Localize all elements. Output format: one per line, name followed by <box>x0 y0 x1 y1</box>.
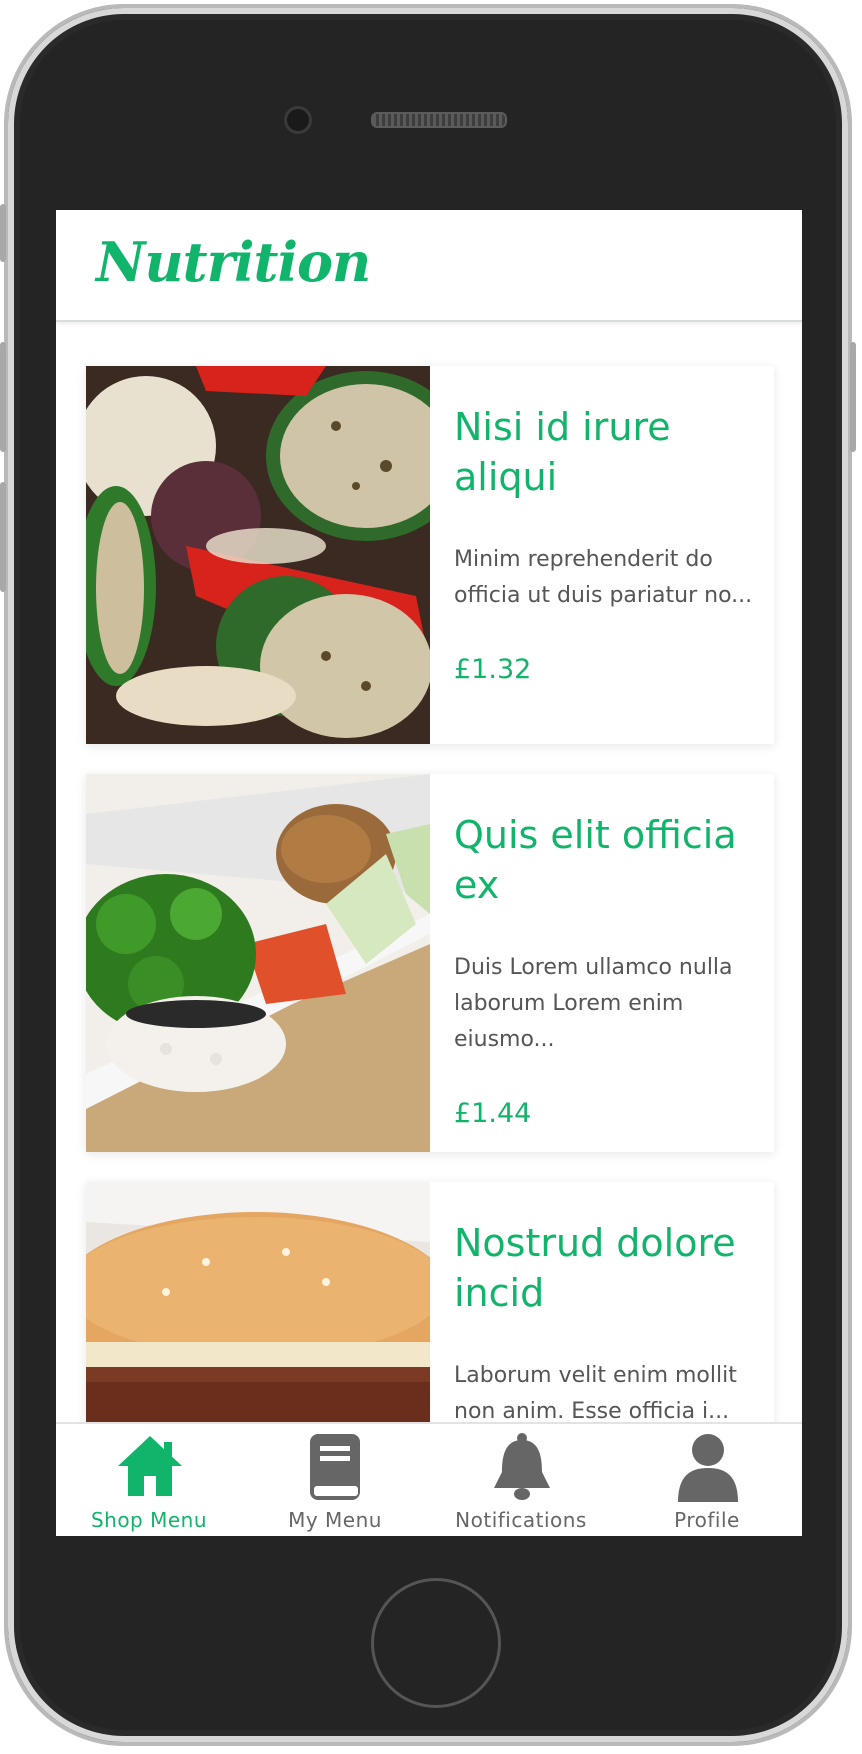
nav-profile[interactable]: Profile <box>614 1424 800 1536</box>
product-title: Nostrud dolore incid <box>454 1221 736 1315</box>
product-description: Duis Lorem ullamco nulla laborum Lorem e… <box>454 955 733 1052</box>
product-image <box>86 774 430 1152</box>
bottom-navigation: Shop Menu My Menu Notifications Profile <box>56 1422 802 1536</box>
mute-switch <box>0 204 6 262</box>
product-description: Minim reprehenderit do officia ut duis p… <box>454 547 753 608</box>
volume-up-button <box>0 342 6 452</box>
product-price: £1.32 <box>454 654 532 685</box>
product-description: Laborum velit enim mollit non anim. Esse… <box>454 1363 737 1424</box>
product-title: Quis elit officia ex <box>454 813 737 907</box>
nav-label: Notifications <box>455 1508 587 1532</box>
nav-label: My Menu <box>288 1508 382 1532</box>
app-header: Nutrition <box>56 210 802 322</box>
product-card[interactable]: Nisi id irure aliqui Minim reprehenderit… <box>86 366 774 744</box>
power-button <box>850 342 856 452</box>
product-price: £1.44 <box>454 1098 532 1129</box>
home-icon <box>118 1436 182 1496</box>
product-info: Nisi id irure aliqui Minim reprehenderit… <box>454 402 754 685</box>
home-button[interactable] <box>371 1578 501 1708</box>
user-icon <box>678 1434 738 1502</box>
product-info: Nostrud dolore incid Laborum velit enim … <box>454 1218 754 1430</box>
app-logo: Nutrition <box>96 230 371 294</box>
front-camera <box>284 106 312 134</box>
nav-label: Shop Menu <box>90 1508 208 1532</box>
product-title: Nisi id irure aliqui <box>454 405 671 499</box>
app-screen: Nutrition Nisi id irure aliqui Minim rep… <box>56 210 802 1536</box>
nav-shop-menu[interactable]: Shop Menu <box>56 1424 242 1536</box>
nav-label: Profile <box>674 1508 740 1532</box>
volume-down-button <box>0 482 6 592</box>
product-info: Quis elit officia ex Duis Lorem ullamco … <box>454 810 754 1129</box>
earpiece-speaker <box>371 112 507 128</box>
book-icon <box>310 1434 360 1500</box>
product-image <box>86 366 430 744</box>
nav-notifications[interactable]: Notifications <box>428 1424 614 1536</box>
bell-icon <box>494 1433 550 1500</box>
nav-my-menu[interactable]: My Menu <box>242 1424 428 1536</box>
product-card[interactable]: Quis elit officia ex Duis Lorem ullamco … <box>86 774 774 1152</box>
